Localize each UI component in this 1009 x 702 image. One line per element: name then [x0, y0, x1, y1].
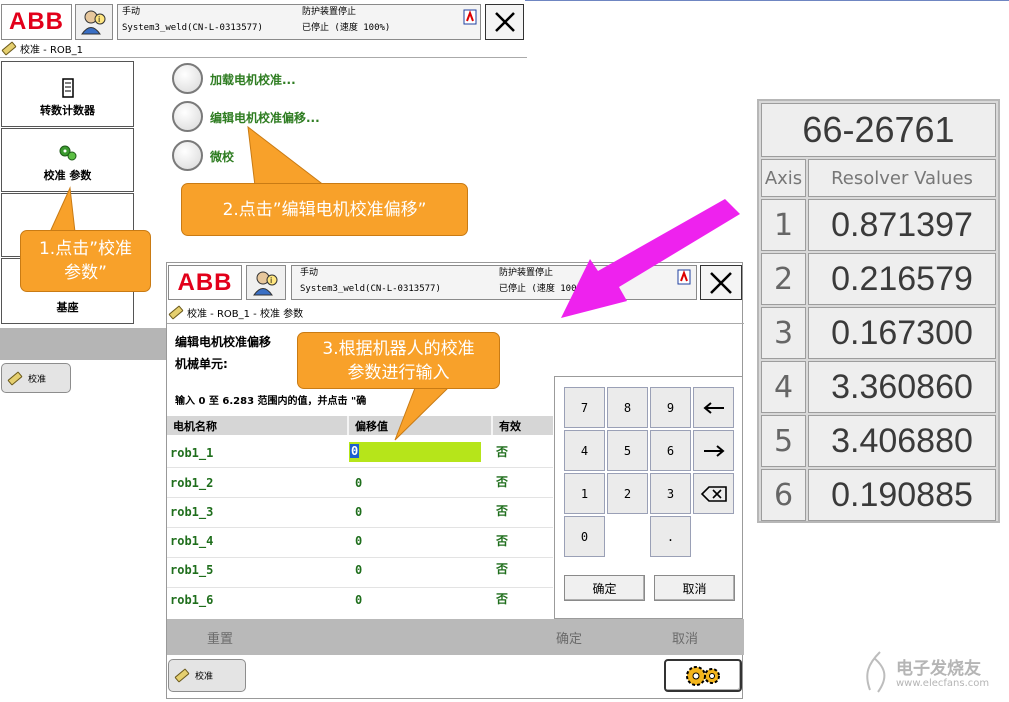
axis-cell: 6	[761, 469, 806, 521]
axis-cell: 2	[761, 253, 806, 305]
resolver-values-table: 66-26761 Axis Resolver Values 1 0.871397…	[757, 99, 1000, 523]
resolver-value: 3.406880	[808, 415, 996, 467]
axis-header: Axis	[761, 159, 806, 197]
resolver-value: 0.167300	[808, 307, 996, 359]
watermark-cn: 电子发烧友	[896, 659, 981, 679]
axis-cell: 1	[761, 199, 806, 251]
axis-cell: 3	[761, 307, 806, 359]
serial-number: 66-26761	[761, 103, 996, 157]
callout3-pointer	[394, 387, 450, 441]
watermark-url: www.elecfans.com	[896, 678, 990, 689]
resolver-value: 0.216579	[808, 253, 996, 305]
magenta-arrow	[561, 199, 740, 318]
resolver-value: 0.190885	[808, 469, 996, 521]
axis-cell: 5	[761, 415, 806, 467]
resolver-value: 3.360860	[808, 361, 996, 413]
callout-step3: 3.根据机器人的校准 参数进行输入	[297, 332, 500, 389]
resolver-value: 0.871397	[808, 199, 996, 251]
watermark-logo-icon	[866, 651, 886, 693]
watermark: 电子发烧友 www.elecfans.com	[860, 650, 1005, 696]
axis-cell: 4	[761, 361, 806, 413]
values-header: Resolver Values	[808, 159, 996, 197]
